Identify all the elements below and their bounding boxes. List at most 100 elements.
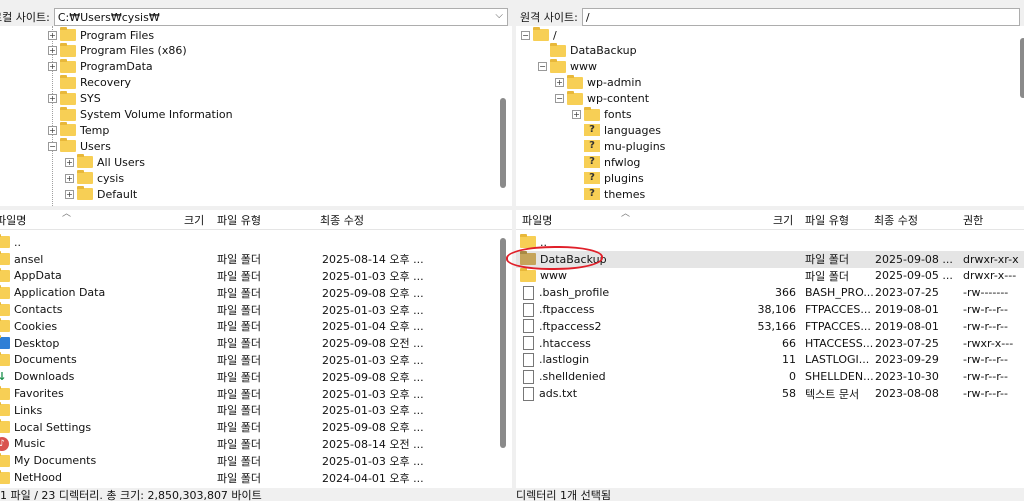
collapse-icon[interactable]: − xyxy=(521,30,530,40)
file-type: FTPACCES... xyxy=(805,319,871,333)
tree-item[interactable]: + SYS xyxy=(48,90,101,107)
tree-item[interactable]: − www xyxy=(538,58,597,75)
table-row[interactable]: ↓ Downloads 파일 폴더 2025-09-08 오후 ... xyxy=(0,368,498,385)
expand-icon[interactable]: + xyxy=(48,62,57,72)
tree-item[interactable]: +DataBackup xyxy=(538,42,637,59)
tree-item[interactable]: + Default xyxy=(65,186,137,202)
local-file-list[interactable]: 파일명 크기 파일 유형 최종 수정 ︿ .. ansel 파일 폴더 2025-08… xyxy=(0,210,512,488)
tree-item[interactable]: +?languages xyxy=(572,122,661,138)
expand-icon[interactable]: + xyxy=(65,173,74,183)
expand-icon[interactable]: + xyxy=(65,157,74,167)
tree-item[interactable]: +System Volume Information xyxy=(48,106,233,123)
column-header-permissions[interactable]: 권한 xyxy=(963,212,983,228)
tree-item[interactable]: − wp-content xyxy=(555,90,650,107)
column-header-name[interactable]: 파일명 xyxy=(0,212,26,228)
local-tree-scrollbar[interactable] xyxy=(500,98,506,188)
tree-item[interactable]: +?mu-plugins xyxy=(572,138,665,154)
table-row[interactable]: NetHood 파일 폴더 2024-04-01 오후 ... xyxy=(0,469,498,486)
tree-item[interactable]: + cysis xyxy=(65,170,124,186)
table-row[interactable]: .. xyxy=(0,234,498,251)
table-row[interactable]: ads.txt 58 텍스트 문서 2023-08-08 -rw-r--r-- xyxy=(516,385,1024,402)
table-row[interactable]: Application Data 파일 폴더 2025-09-08 오후 ... xyxy=(0,284,498,301)
table-row[interactable]: AppData 파일 폴더 2025-01-03 오후 ... xyxy=(0,267,498,285)
table-row[interactable]: My Documents 파일 폴더 2025-01-03 오후 ... xyxy=(0,452,498,469)
table-row[interactable]: .lastlogin 11 LASTLOGI... 2023-09-29 -rw-r--… xyxy=(516,352,1024,369)
tree-item[interactable]: + All Users xyxy=(65,154,145,170)
table-row[interactable]: .bash_profile 366 BASH_PRO... 2023-07-25 -rw… xyxy=(516,284,1024,301)
table-row[interactable]: .htaccess 66 HTACCESS... 2023-07-25 -rwxr-x-… xyxy=(516,335,1024,352)
tree-item[interactable]: + Program Files (x86) xyxy=(48,42,187,59)
column-header-name[interactable]: 파일명 xyxy=(522,212,552,228)
tree-item[interactable]: − / xyxy=(521,27,557,43)
local-directory-tree[interactable]: + Program Files + Program Files (x86) + Progr… xyxy=(0,26,512,206)
expand-icon[interactable]: + xyxy=(555,78,564,88)
collapse-icon[interactable]: − xyxy=(538,62,547,72)
tree-item[interactable]: + Temp xyxy=(48,122,109,138)
remote-path-combobox[interactable]: / xyxy=(581,8,1020,26)
column-header-type[interactable]: 파일 유형 xyxy=(217,212,261,228)
expand-icon[interactable]: + xyxy=(48,46,57,56)
file-name-cell: .. xyxy=(520,234,547,249)
table-row[interactable]: Contacts 파일 폴더 2025-01-03 오후 ... xyxy=(0,301,498,318)
table-row[interactable]: .ftpaccess2 53,166 FTPACCES... 2019-08-01 -r… xyxy=(516,318,1024,335)
table-row[interactable]: DataBackup 파일 폴더 2025-09-08 ... drwxr-xr-x xyxy=(516,250,1024,268)
file-modified: 2025-08-14 오후 ... xyxy=(322,253,424,267)
remote-site-label: 원격 사이트: xyxy=(520,11,578,24)
collapse-icon[interactable]: − xyxy=(555,94,564,104)
expand-icon[interactable]: + xyxy=(65,189,74,199)
file-name-cell: .lastlogin xyxy=(520,352,589,367)
tree-item[interactable]: + ProgramData xyxy=(48,58,153,75)
tree-item[interactable]: +?plugins xyxy=(572,170,644,186)
table-row[interactable]: www 파일 폴더 2025-09-05 ... drwxr-x--- xyxy=(516,267,1024,285)
tree-item[interactable]: +?nfwlog xyxy=(572,154,640,170)
file-name-cell: .htaccess xyxy=(520,336,591,351)
file-name: .. xyxy=(540,235,547,249)
file-size: 53,166 xyxy=(757,319,797,333)
table-row[interactable]: .ftpaccess 38,106 FTPACCES... 2019-08-01 -rw… xyxy=(516,301,1024,318)
expand-icon[interactable]: + xyxy=(48,94,57,104)
file-modified: 2023-08-08 xyxy=(875,387,939,401)
column-header-type[interactable]: 파일 유형 xyxy=(805,212,849,228)
file-modified: 2025-01-04 오후 ... xyxy=(322,320,424,334)
table-row[interactable]: .shelldenied 0 SHELLDEN... 2023-10-30 -rw-r-… xyxy=(516,368,1024,385)
table-row[interactable]: Documents 파일 폴더 2025-01-03 오후 ... xyxy=(0,351,498,369)
column-header-modified[interactable]: 최종 수정 xyxy=(874,212,918,228)
column-header-modified[interactable]: 최종 수정 xyxy=(320,212,364,228)
tree-item[interactable]: + wp-admin xyxy=(555,74,641,91)
column-header-size[interactable]: 크기 xyxy=(773,212,793,228)
table-row[interactable]: ansel 파일 폴더 2025-08-14 오후 ... xyxy=(0,251,498,268)
column-header-size[interactable]: 크기 xyxy=(184,212,204,228)
expand-icon[interactable]: + xyxy=(48,30,57,40)
local-status-bar: 1 파일 / 23 디렉터리. 총 크기: 2,850,303,807 바이트 xyxy=(0,489,512,501)
local-list-scrollbar[interactable] xyxy=(500,238,506,448)
table-row[interactable]: Cookies 파일 폴더 2025-01-04 오후 ... xyxy=(0,318,498,335)
chevron-down-icon[interactable]: ⌵ xyxy=(495,10,503,21)
table-row[interactable]: Local Settings 파일 폴더 2025-09-08 오후 ... xyxy=(0,419,498,436)
table-row[interactable]: Links 파일 폴더 2025-01-03 오후 ... xyxy=(0,402,498,419)
file-permissions: drwxr-x--- xyxy=(963,269,1017,283)
tree-item[interactable]: + Program Files xyxy=(48,27,154,43)
table-row[interactable]: ♪ Music 파일 폴더 2025-08-14 오전 ... xyxy=(0,436,498,453)
expand-icon[interactable]: + xyxy=(572,110,581,119)
sort-indicator-icon: ︿ xyxy=(62,210,72,219)
file-modified: 2025-01-03 오후 ... xyxy=(322,269,424,283)
file-modified: 2023-07-25 xyxy=(875,336,939,350)
file-modified: 2023-10-30 xyxy=(875,370,939,384)
file-type: FTPACCES... xyxy=(805,303,871,317)
tree-item[interactable]: − Users xyxy=(48,138,111,154)
table-row[interactable]: Favorites 파일 폴더 2025-01-03 오후 ... xyxy=(0,385,498,402)
local-path-combobox[interactable]: C:₩Users₩cysis₩ ⌵ xyxy=(53,8,508,26)
table-row[interactable]: .. xyxy=(516,234,1024,251)
remote-tree-scrollbar[interactable] xyxy=(1020,38,1024,98)
remote-directory-tree[interactable]: −/+DataBackup−www+wp-admin−wp-content+fo… xyxy=(516,26,1024,206)
file-type: 파일 폴더 xyxy=(217,303,261,317)
collapse-icon[interactable]: − xyxy=(48,141,57,151)
tree-item[interactable]: + fonts xyxy=(572,106,632,123)
tree-item[interactable]: +Recovery xyxy=(48,74,131,91)
tree-item-label: wp-content xyxy=(587,92,650,106)
expand-icon[interactable]: + xyxy=(48,125,57,135)
table-row[interactable]: Desktop 파일 폴더 2025-09-08 오전 ... xyxy=(0,335,498,352)
remote-file-list[interactable]: 파일명 크기 파일 유형 최종 수정 권한 ︿ .. DataBackup 파일 폴… xyxy=(516,210,1024,488)
tree-item[interactable]: +?themes xyxy=(572,186,645,202)
file-type: BASH_PRO... xyxy=(805,286,874,300)
